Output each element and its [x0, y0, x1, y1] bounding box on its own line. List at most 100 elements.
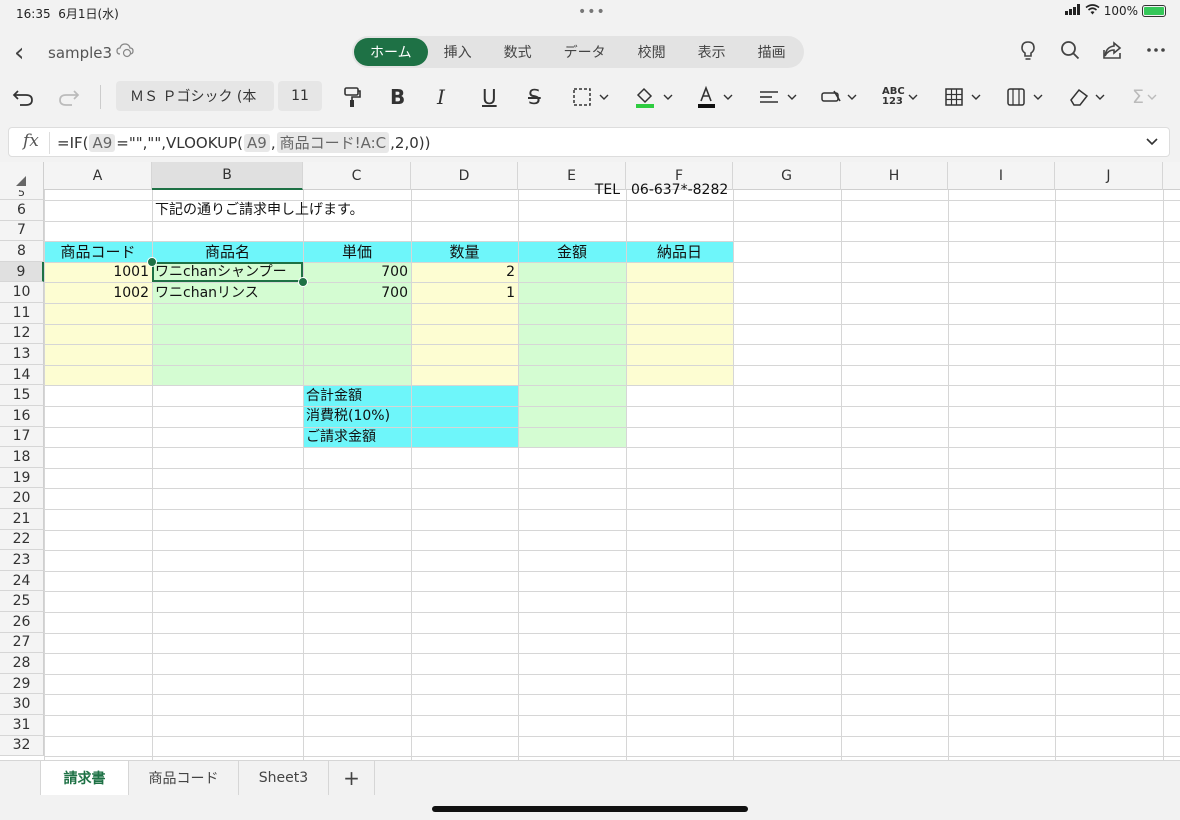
autosum-button[interactable]: Σ [1132, 80, 1158, 114]
bold-button[interactable]: B [390, 80, 405, 114]
wrap-text-icon[interactable] [820, 80, 860, 114]
row-header-10[interactable]: 10 [0, 282, 44, 303]
row-header-8[interactable]: 8 [0, 241, 44, 262]
row-header-26[interactable]: 26 [0, 612, 44, 633]
column-header-j[interactable]: J [1055, 162, 1163, 190]
formula-text[interactable]: =IF( A9 ="","",VLOOKUP( A9 , 商品コード!A:C ,… [57, 132, 430, 153]
cell-c9[interactable]: 700 [303, 262, 408, 282]
column-header-b[interactable]: B [152, 162, 303, 190]
align-icon[interactable] [758, 80, 798, 114]
column-header-d[interactable]: D [411, 162, 518, 190]
search-icon[interactable] [1060, 40, 1080, 67]
row-header-19[interactable]: 19 [0, 467, 44, 489]
tab-draw[interactable]: 描画 [742, 38, 802, 66]
cell-d9[interactable]: 2 [411, 262, 515, 282]
expand-formula-icon[interactable] [1145, 132, 1159, 156]
lightbulb-icon[interactable] [1018, 40, 1038, 67]
formula-bar[interactable]: fx =IF( A9 ="","",VLOOKUP( A9 , 商品コード!A:… [8, 127, 1170, 157]
cell-selection[interactable] [152, 261, 303, 283]
multitask-dots[interactable]: ••• [578, 4, 606, 20]
cell-c10[interactable]: 700 [303, 283, 408, 303]
cell-c16[interactable]: 消費税(10%) [306, 406, 390, 426]
add-sheet-button[interactable]: + [329, 761, 375, 795]
row-header-28[interactable]: 28 [0, 653, 44, 674]
row-header-9[interactable]: 9 [0, 261, 44, 283]
row-header-15[interactable]: 15 [0, 385, 44, 406]
cell-b6[interactable]: 下記の通りご請求申し上げます。 [155, 200, 364, 220]
row-header-17[interactable]: 17 [0, 426, 44, 448]
tab-insert[interactable]: 挿入 [428, 38, 488, 66]
row-header-32[interactable]: 32 [0, 735, 44, 757]
row-header-20[interactable]: 20 [0, 488, 44, 509]
italic-button[interactable]: I [437, 80, 445, 114]
redo-icon[interactable] [58, 80, 80, 114]
row-header-11[interactable]: 11 [0, 303, 44, 324]
cell-f5[interactable]: 06-637*-8282 [631, 180, 728, 200]
cell-b8[interactable]: 商品名 [152, 242, 303, 262]
row-header-18[interactable]: 18 [0, 447, 44, 468]
document-title[interactable]: sample3 [48, 44, 112, 62]
cell-b10[interactable]: ワニchanリンス [155, 283, 259, 303]
row-header-16[interactable]: 16 [0, 406, 44, 427]
border-select-icon[interactable] [572, 80, 612, 114]
more-icon[interactable] [1146, 40, 1166, 67]
row-header-7[interactable]: 7 [0, 220, 44, 242]
cell-d10[interactable]: 1 [411, 283, 515, 303]
tab-formulas[interactable]: 数式 [488, 38, 548, 66]
cell-f8[interactable]: 納品日 [626, 242, 733, 262]
underline-button[interactable]: U [482, 80, 497, 114]
format-painter-icon[interactable] [342, 80, 362, 114]
number-format-chevron-icon[interactable] [906, 80, 920, 114]
row-header-6[interactable]: 6 [0, 200, 44, 221]
font-name-select[interactable]: ＭＳ Ｐゴシック (本 [116, 81, 274, 111]
sheet-tab-invoice[interactable]: 請求書 [40, 761, 129, 795]
select-all-corner[interactable] [0, 162, 44, 190]
sheet-tab-sheet3[interactable]: Sheet3 [239, 761, 329, 795]
tab-data[interactable]: データ [548, 38, 622, 66]
cell-c8[interactable]: 単価 [303, 242, 411, 262]
strikethrough-button[interactable]: S [528, 80, 541, 114]
font-color-icon[interactable] [696, 80, 736, 114]
row-header-14[interactable]: 14 [0, 364, 44, 386]
cell-e8[interactable]: 金額 [518, 242, 626, 262]
number-format-icon[interactable]: ABC 123 [882, 80, 905, 114]
column-header-c[interactable]: C [303, 162, 411, 190]
row-header-31[interactable]: 31 [0, 715, 44, 736]
eraser-icon[interactable] [1068, 80, 1108, 114]
row-header-23[interactable]: 23 [0, 550, 44, 571]
row-header-13[interactable]: 13 [0, 344, 44, 365]
back-button[interactable]: ‹ [14, 38, 24, 68]
cell-a10[interactable]: 1002 [44, 283, 149, 303]
row-header-21[interactable]: 21 [0, 509, 44, 530]
cell-a8[interactable]: 商品コード [44, 242, 152, 262]
tab-review[interactable]: 校閲 [622, 38, 682, 66]
column-header-i[interactable]: I [948, 162, 1055, 190]
tab-home[interactable]: ホーム [354, 38, 428, 66]
spreadsheet-grid[interactable]: ABCDEFGHIJ 5 6 7 8 9 10 11 12 13 14 15 16 17 18 19 20 21… [0, 162, 1180, 760]
row-header-27[interactable]: 27 [0, 632, 44, 654]
share-icon[interactable] [1102, 40, 1124, 67]
row-header-29[interactable]: 29 [0, 673, 44, 695]
row-header-12[interactable]: 12 [0, 323, 44, 345]
font-size-select[interactable]: 11 [278, 81, 322, 111]
row-header-25[interactable]: 25 [0, 591, 44, 612]
undo-icon[interactable] [12, 80, 34, 114]
selection-handle-top-left[interactable] [147, 256, 157, 267]
cell-c15[interactable]: 合計金額 [306, 386, 362, 406]
column-width-icon[interactable] [1006, 80, 1046, 114]
column-header-h[interactable]: H [841, 162, 948, 190]
row-header-22[interactable]: 22 [0, 529, 44, 551]
fill-color-icon[interactable] [634, 80, 674, 114]
tab-view[interactable]: 表示 [682, 38, 742, 66]
row-header-24[interactable]: 24 [0, 570, 44, 592]
column-header-g[interactable]: G [733, 162, 841, 190]
sheet-tab-product-codes[interactable]: 商品コード [129, 761, 239, 795]
cell-a9[interactable]: 1001 [44, 262, 149, 282]
row-header-5[interactable]: 5 [0, 190, 44, 200]
table-borders-icon[interactable] [944, 80, 984, 114]
cloud-sync-icon[interactable] [116, 42, 134, 62]
cell-e5[interactable]: TEL [518, 180, 620, 200]
cell-d8[interactable]: 数量 [411, 242, 518, 262]
column-header-a[interactable]: A [44, 162, 152, 190]
row-header-30[interactable]: 30 [0, 694, 44, 715]
